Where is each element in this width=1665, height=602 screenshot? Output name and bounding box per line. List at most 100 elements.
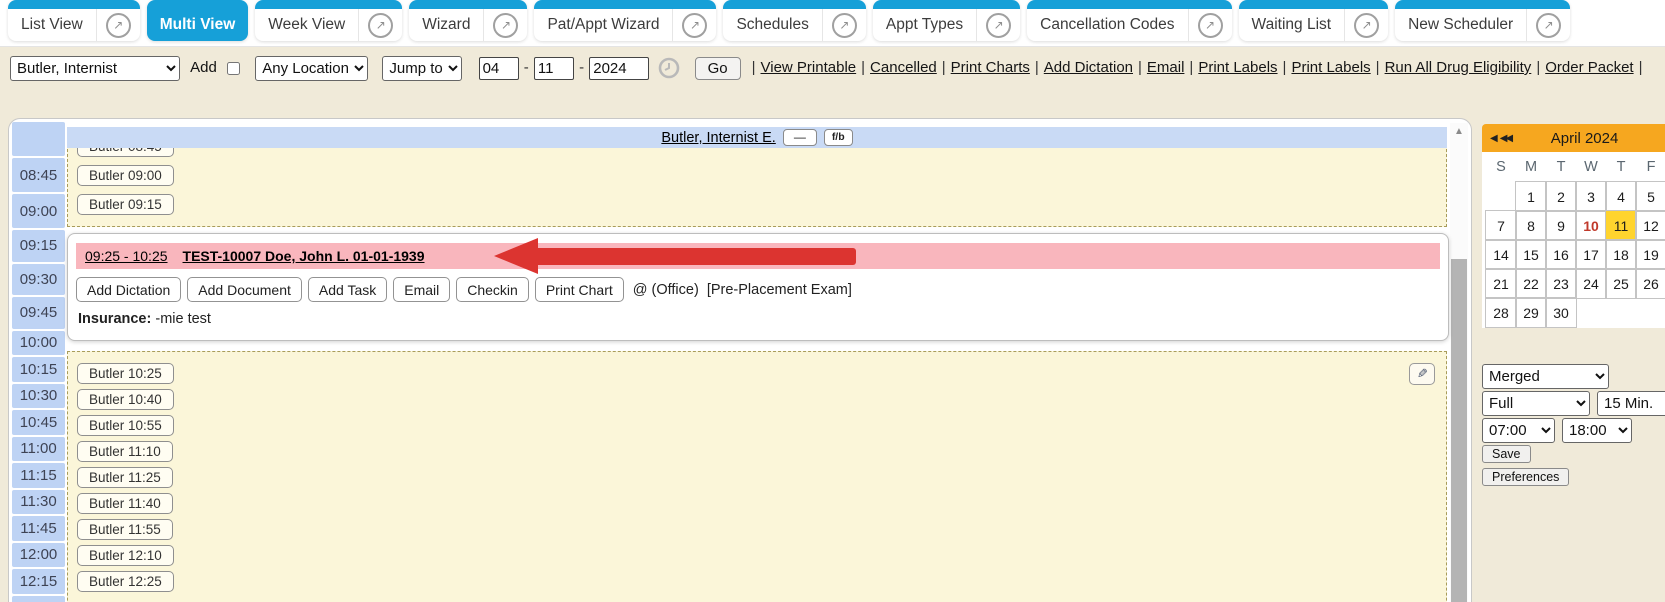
appointment-action-button[interactable]: Add Task — [308, 277, 387, 302]
calendar-date[interactable]: 15 — [1516, 240, 1546, 269]
calendar-date[interactable]: 11 — [1606, 211, 1636, 240]
calendar-date[interactable] — [1576, 298, 1606, 327]
calendar-date[interactable]: 29 — [1516, 298, 1546, 327]
toolbar-link[interactable]: View Printable — [761, 59, 857, 76]
date-month-input[interactable] — [479, 57, 519, 80]
vertical-scrollbar[interactable]: ▲ — [1450, 123, 1468, 602]
toolbar-link[interactable]: Email — [1147, 59, 1185, 76]
calendar-date[interactable]: 9 — [1546, 211, 1576, 240]
view-tab[interactable]: List View ↗ — [8, 0, 140, 41]
calendar-date[interactable]: 28 — [1486, 298, 1516, 327]
appointment-time-link[interactable]: 09:25 - 10:25 — [85, 248, 168, 264]
toolbar-link[interactable]: Print Labels — [1198, 59, 1277, 76]
open-new-window-button[interactable]: ↗ — [976, 9, 1020, 41]
add-provider-checkbox[interactable] — [227, 62, 240, 75]
view-tab[interactable]: Wizard ↗ — [409, 0, 527, 41]
appointment-action-button[interactable]: Checkin — [456, 277, 529, 302]
clock-icon[interactable] — [658, 57, 680, 79]
open-new-window-button[interactable]: ↗ — [1188, 9, 1232, 41]
merge-mode-select[interactable]: Merged — [1482, 364, 1609, 389]
calendar-date[interactable]: 7 — [1486, 211, 1516, 240]
appointment-action-button[interactable]: Email — [393, 277, 450, 302]
calendar-date[interactable]: 22 — [1516, 269, 1546, 298]
calendar-date[interactable] — [1606, 298, 1636, 327]
toolbar-link[interactable]: Add Dictation — [1044, 59, 1133, 76]
toolbar-link[interactable]: Cancelled — [870, 59, 937, 76]
calendar-prev-year-icon[interactable]: ◀◀ — [1500, 133, 1511, 144]
open-new-window-button[interactable]: ↗ — [96, 9, 140, 41]
save-button[interactable]: Save — [1482, 445, 1531, 463]
toolbar-link[interactable]: Order Packet — [1545, 59, 1633, 76]
open-new-window-button[interactable]: ↗ — [822, 9, 866, 41]
calendar-date[interactable]: 24 — [1576, 269, 1606, 298]
toolbar-link[interactable]: Print Charts — [951, 59, 1030, 76]
open-slot-button[interactable]: Butler 10:40 — [77, 389, 174, 410]
end-time-select[interactable]: 18:00 — [1562, 418, 1632, 443]
calendar-date[interactable]: 10 — [1576, 211, 1606, 240]
calendar-date[interactable]: 26 — [1636, 269, 1665, 298]
calendar-date[interactable]: 25 — [1606, 269, 1636, 298]
open-slot-button[interactable]: Butler 09:00 — [77, 165, 174, 186]
date-year-input[interactable] — [589, 57, 649, 80]
location-select[interactable]: Any Location — [255, 56, 368, 81]
calendar-date[interactable]: 14 — [1486, 240, 1516, 269]
open-slot-button[interactable]: Butler 11:25 — [77, 467, 173, 488]
calendar-date[interactable]: 18 — [1606, 240, 1636, 269]
open-slot-button[interactable]: Butler 09:15 — [77, 194, 174, 215]
calendar-date[interactable]: 12 — [1636, 211, 1665, 240]
fb-button[interactable]: f/b — [824, 129, 853, 146]
view-tab[interactable]: Cancellation Codes ↗ — [1027, 0, 1231, 41]
calendar-date[interactable]: 21 — [1486, 269, 1516, 298]
calendar-date[interactable]: 4 — [1606, 182, 1636, 211]
edit-schedule-button[interactable]: ✎ — [1409, 363, 1435, 385]
view-tab[interactable]: Schedules ↗ — [723, 0, 865, 41]
collapse-column-button[interactable]: — — [783, 129, 817, 146]
calendar-date[interactable]: 19 — [1636, 240, 1665, 269]
calendar-date[interactable] — [1636, 298, 1665, 327]
open-slot-button[interactable]: Butler 10:55 — [77, 415, 174, 436]
view-tab[interactable]: Pat/Appt Wizard ↗ — [534, 0, 716, 41]
view-tab[interactable]: Waiting List ↗ — [1239, 0, 1389, 41]
calendar-prev-month-icon[interactable]: ◀ — [1490, 133, 1496, 144]
open-slot-button[interactable]: Butler 12:25 — [77, 571, 174, 592]
open-new-window-button[interactable]: ↗ — [1344, 9, 1388, 41]
calendar-date[interactable]: 23 — [1546, 269, 1576, 298]
interval-select[interactable]: 15 Min. — [1597, 391, 1665, 416]
open-slot-button[interactable]: Butler 11:55 — [77, 519, 173, 540]
toolbar-link[interactable]: Run All Drug Eligibility — [1385, 59, 1532, 76]
view-tab[interactable]: Multi View ↗ — [147, 0, 249, 41]
appointment-action-button[interactable]: Print Chart — [535, 277, 624, 302]
preferences-button[interactable]: Preferences — [1482, 468, 1569, 486]
view-tab[interactable]: New Scheduler ↗ — [1395, 0, 1570, 41]
appointment-action-button[interactable]: Add Document — [187, 277, 302, 302]
appointment-patient-link[interactable]: TEST-10007 Doe, John L. 01-01-1939 — [183, 248, 425, 264]
start-time-select[interactable]: 07:00 — [1482, 418, 1555, 443]
open-new-window-button[interactable]: ↗ — [1526, 9, 1570, 41]
view-tab[interactable]: Week View ↗ — [255, 0, 402, 41]
calendar-date[interactable] — [1486, 182, 1516, 211]
open-new-window-button[interactable]: ↗ — [358, 9, 402, 41]
calendar-date[interactable]: 1 — [1516, 182, 1546, 211]
calendar-date[interactable]: 5 — [1636, 182, 1665, 211]
calendar-date[interactable]: 30 — [1546, 298, 1576, 327]
open-slot-button[interactable]: Butler 11:10 — [77, 441, 173, 462]
calendar-date[interactable]: 3 — [1576, 182, 1606, 211]
scrollbar-thumb[interactable] — [1451, 259, 1467, 602]
open-slot-button[interactable]: Butler 12:10 — [77, 545, 174, 566]
open-slot-button[interactable]: Butler 10:25 — [77, 363, 174, 384]
appointment-action-button[interactable]: Add Dictation — [76, 277, 181, 302]
provider-select[interactable]: Butler, Internist — [10, 56, 180, 81]
view-tab[interactable]: Appt Types ↗ — [873, 0, 1020, 41]
calendar-date[interactable]: 8 — [1516, 211, 1546, 240]
provider-link[interactable]: Butler, Internist E. — [661, 130, 775, 146]
scroll-up-icon[interactable]: ▲ — [1450, 123, 1468, 141]
calendar-date[interactable]: 17 — [1576, 240, 1606, 269]
view-size-select[interactable]: Full — [1482, 391, 1590, 416]
calendar-date[interactable]: 16 — [1546, 240, 1576, 269]
open-new-window-button[interactable]: ↗ — [672, 9, 716, 41]
jump-to-select[interactable]: Jump to — [382, 56, 462, 81]
open-slot-button[interactable]: Butler 11:40 — [77, 493, 173, 514]
calendar-date[interactable]: 2 — [1546, 182, 1576, 211]
toolbar-link[interactable]: Print Labels — [1291, 59, 1370, 76]
open-new-window-button[interactable]: ↗ — [483, 9, 527, 41]
